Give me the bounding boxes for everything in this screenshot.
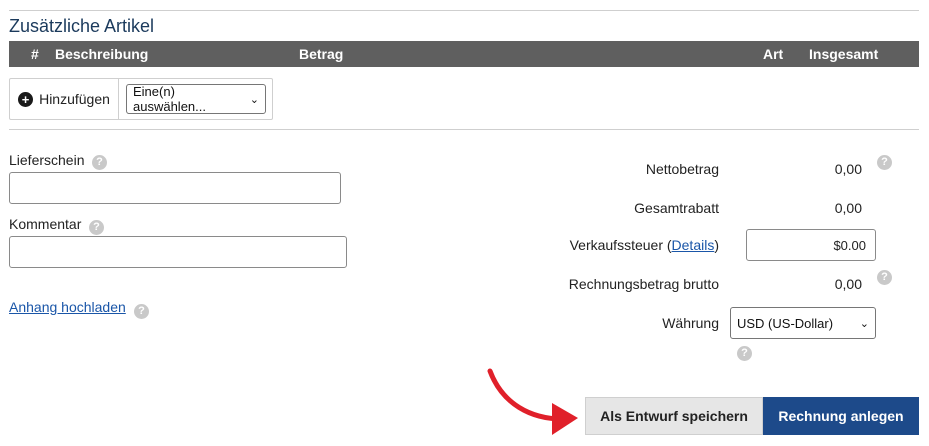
net-amount-value: 0,00 bbox=[834, 161, 862, 177]
sales-tax-label-close: ) bbox=[714, 237, 719, 253]
item-type-select[interactable]: Eine(n) auswählen... ⌄ bbox=[126, 84, 266, 114]
chevron-down-icon: ⌄ bbox=[859, 317, 869, 330]
item-type-select-value: Eine(n) auswählen... bbox=[133, 84, 206, 114]
col-description: Beschreibung bbox=[55, 46, 149, 62]
gross-amount-label: Rechnungsbetrag brutto bbox=[568, 276, 719, 292]
add-item-group: + Hinzufügen Eine(n) auswählen... ⌄ bbox=[9, 78, 273, 120]
help-icon[interactable]: ? bbox=[737, 346, 752, 361]
total-discount-label: Gesamtrabatt bbox=[634, 200, 719, 216]
help-icon[interactable]: ? bbox=[92, 155, 107, 170]
table-header: # Beschreibung Betrag Art Insgesamt bbox=[9, 41, 919, 67]
help-icon[interactable]: ? bbox=[134, 304, 149, 319]
total-discount-value: 0,00 bbox=[834, 200, 862, 216]
sales-tax-input[interactable]: $0.00 bbox=[746, 229, 876, 261]
save-draft-button[interactable]: Als Entwurf speichern bbox=[585, 397, 763, 435]
net-amount-label: Nettobetrag bbox=[645, 161, 719, 177]
tax-details-link[interactable]: Details bbox=[672, 237, 715, 253]
plus-circle-icon: + bbox=[18, 91, 34, 107]
col-amount: Betrag bbox=[299, 46, 344, 62]
currency-label: Währung bbox=[662, 315, 719, 331]
top-divider bbox=[9, 10, 919, 11]
col-total: Insgesamt bbox=[809, 46, 879, 62]
add-button[interactable]: + Hinzufügen bbox=[10, 79, 119, 119]
help-icon[interactable]: ? bbox=[877, 270, 892, 285]
col-type: Art bbox=[763, 46, 784, 62]
gross-amount-value: 0,00 bbox=[834, 276, 862, 292]
sales-tax-label-text: Verkaufssteuer ( bbox=[569, 237, 672, 253]
currency-select[interactable]: USD (US-Dollar) ⌄ bbox=[730, 307, 876, 339]
red-arrow-icon bbox=[487, 368, 578, 435]
comment-label: Kommentar bbox=[9, 216, 82, 232]
comment-textarea[interactable] bbox=[9, 236, 347, 268]
delivery-label: Lieferschein bbox=[9, 152, 85, 168]
sales-tax-label: Verkaufssteuer (Details) bbox=[570, 237, 719, 253]
create-invoice-button[interactable]: Rechnung anlegen bbox=[763, 397, 919, 435]
help-icon[interactable]: ? bbox=[89, 220, 104, 235]
col-number: # bbox=[31, 46, 39, 62]
section-title: Zusätzliche Artikel bbox=[9, 16, 155, 36]
add-button-label: Hinzufügen bbox=[39, 91, 110, 107]
upload-attachment-link[interactable]: Anhang hochladen bbox=[9, 299, 126, 315]
delivery-input[interactable] bbox=[9, 172, 341, 204]
currency-select-value: USD (US-Dollar) bbox=[737, 315, 834, 331]
help-icon[interactable]: ? bbox=[877, 155, 892, 170]
middle-divider bbox=[9, 129, 919, 130]
chevron-down-icon: ⌄ bbox=[249, 93, 259, 106]
